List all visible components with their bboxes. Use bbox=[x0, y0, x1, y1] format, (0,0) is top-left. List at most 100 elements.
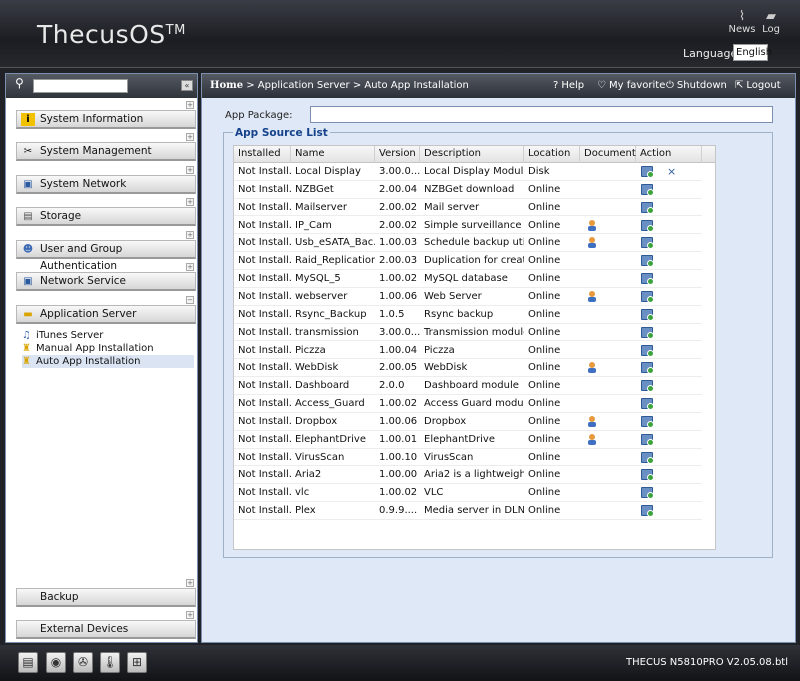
expand-toggle[interactable]: + bbox=[186, 231, 194, 239]
table-row[interactable]: Not Install... Local Display 3.00.0... Loca… bbox=[234, 163, 702, 181]
install-icon[interactable] bbox=[641, 201, 654, 214]
sidebar-item-network-service[interactable]: ▣ Network Service bbox=[16, 272, 196, 291]
column-header-location[interactable]: Location bbox=[524, 146, 580, 163]
my-favorite-button[interactable]: ♡ My favorite bbox=[597, 80, 665, 91]
lock-icon: ♜ bbox=[22, 343, 31, 354]
sidebar-item-system-management[interactable]: ✂ System Management bbox=[16, 142, 196, 161]
install-icon[interactable] bbox=[641, 308, 654, 321]
column-header-version[interactable]: Version bbox=[375, 146, 420, 163]
table-row[interactable]: Not Install... Piczza 1.00.04 Piczza Online bbox=[234, 342, 702, 360]
table-row[interactable]: Not Install... ElephantDrive 1.00.01 Elepha… bbox=[234, 431, 702, 449]
app-package-input[interactable] bbox=[310, 106, 773, 123]
table-row[interactable]: Not Install... Mailserver 2.00.02 Mail serv… bbox=[234, 199, 702, 217]
install-icon[interactable] bbox=[641, 380, 654, 393]
table-row[interactable]: Not Install... IP_Cam 2.00.02 Simple survei… bbox=[234, 217, 702, 235]
table-row[interactable]: Not Install... webserver 1.00.06 Web Server… bbox=[234, 288, 702, 306]
column-header-document[interactable]: Document bbox=[580, 146, 636, 163]
cell-installed: Not Install... bbox=[238, 201, 291, 213]
install-icon[interactable] bbox=[641, 415, 654, 428]
sidebar-item-storage[interactable]: ▤ Storage bbox=[16, 207, 196, 226]
install-icon[interactable] bbox=[641, 469, 654, 482]
heart-icon: ♡ bbox=[597, 80, 606, 91]
collapse-sidebar-button[interactable]: « bbox=[181, 80, 193, 91]
delete-icon[interactable]: × bbox=[667, 163, 676, 180]
cell-description: VirusScan bbox=[424, 451, 474, 463]
network-icon[interactable]: ⊞ bbox=[127, 652, 147, 673]
status-icon[interactable]: ◉ bbox=[46, 652, 66, 673]
document-user-icon[interactable] bbox=[586, 236, 598, 249]
search-input[interactable] bbox=[33, 79, 128, 93]
expand-toggle[interactable]: + bbox=[186, 198, 194, 206]
temperature-icon[interactable]: 🌡 bbox=[100, 652, 120, 673]
news-button[interactable]: ⌇ News bbox=[727, 10, 757, 36]
breadcrumb-home-link[interactable]: Home bbox=[210, 80, 243, 91]
sidebar-item-manual-app-installation[interactable]: ♜ Manual App Installation bbox=[22, 342, 194, 355]
install-icon[interactable] bbox=[641, 273, 654, 286]
help-button[interactable]: ? Help bbox=[553, 80, 584, 91]
shutdown-button[interactable]: ⏻ Shutdown bbox=[666, 80, 727, 91]
column-header-name[interactable]: Name bbox=[291, 146, 375, 163]
language-select[interactable]: English bbox=[733, 44, 772, 61]
install-icon[interactable] bbox=[641, 398, 654, 411]
table-row[interactable]: Not Install... Plex 0.9.9.... Media server … bbox=[234, 502, 702, 520]
document-user-icon[interactable] bbox=[586, 219, 598, 231]
expand-toggle[interactable]: + bbox=[186, 166, 194, 174]
log-button[interactable]: ▰ Log bbox=[756, 10, 786, 36]
cell-location: Online bbox=[528, 201, 561, 213]
table-row[interactable]: Not Install... WebDisk 2.00.05 WebDisk Onlin… bbox=[234, 359, 702, 378]
table-row[interactable]: Not Install... Raid_Replication 2.00.03 Dup… bbox=[234, 252, 702, 271]
sidebar-item-system-network[interactable]: ▣ System Network bbox=[16, 175, 196, 194]
collapse-toggle[interactable]: − bbox=[186, 296, 194, 304]
column-header-action[interactable]: Action bbox=[636, 146, 702, 163]
table-row[interactable]: Not Install... Aria2 1.00.00 Aria2 is a lig… bbox=[234, 466, 702, 485]
table-row[interactable]: Not Install... NZBGet 2.00.04 NZBGet downlo… bbox=[234, 181, 702, 199]
sidebar-item-application-server[interactable]: ▬ Application Server bbox=[16, 305, 196, 324]
table-row[interactable]: Not Install... Dashboard 2.0.0 Dashboard mo… bbox=[234, 377, 702, 395]
table-row[interactable]: Not Install... vlc 1.00.02 VLC Online bbox=[234, 484, 702, 503]
table-row[interactable]: Not Install... VirusScan 1.00.10 VirusScan O… bbox=[234, 449, 702, 467]
sidebar-item-auto-app-installation[interactable]: ♜ Auto App Installation bbox=[22, 355, 194, 368]
expand-toggle[interactable]: + bbox=[186, 263, 194, 271]
install-icon[interactable] bbox=[641, 290, 654, 303]
sidebar-item-backup[interactable]: Backup bbox=[16, 588, 196, 607]
install-icon[interactable] bbox=[641, 166, 654, 178]
install-icon[interactable] bbox=[641, 255, 654, 268]
table-row[interactable]: Not Install... Access_Guard 1.00.02 Access … bbox=[234, 395, 702, 413]
table-row[interactable]: Not Install... Usb_eSATA_Bac... 1.00.03 Sch… bbox=[234, 234, 702, 253]
install-icon[interactable] bbox=[641, 344, 654, 357]
table-row[interactable]: Not Install... Rsync_Backup 1.0.5 Rsync bac… bbox=[234, 306, 702, 324]
install-icon[interactable] bbox=[641, 219, 654, 232]
document-user-icon[interactable] bbox=[586, 290, 598, 302]
expand-toggle[interactable]: + bbox=[186, 611, 194, 619]
install-icon[interactable] bbox=[641, 451, 654, 464]
logout-button[interactable]: ⇱ Logout bbox=[735, 80, 781, 91]
sidebar-item-user-group-authentication[interactable]: ☻ User and Group Authentication bbox=[16, 240, 196, 272]
install-icon[interactable] bbox=[641, 183, 654, 196]
table-row[interactable]: Not Install... MySQL_5 1.00.02 MySQL databa… bbox=[234, 270, 702, 288]
cell-name: Aria2 bbox=[295, 469, 322, 481]
document-user-icon[interactable] bbox=[586, 433, 598, 445]
install-icon[interactable] bbox=[641, 326, 654, 339]
sidebar-item-system-information[interactable]: i System Information bbox=[16, 110, 196, 129]
install-icon[interactable] bbox=[641, 505, 654, 518]
table-row[interactable]: Not Install... Dropbox 1.00.06 Dropbox Onlin… bbox=[234, 413, 702, 431]
expand-toggle[interactable]: + bbox=[186, 101, 194, 109]
cell-installed: Not Install... bbox=[238, 183, 291, 195]
document-user-icon[interactable] bbox=[586, 361, 598, 374]
install-icon[interactable] bbox=[641, 433, 654, 446]
column-header-installed[interactable]: Installed bbox=[234, 146, 291, 163]
fan-icon[interactable]: ✇ bbox=[73, 652, 93, 673]
disk-icon[interactable]: ▤ bbox=[18, 652, 38, 673]
document-user-icon[interactable] bbox=[586, 415, 598, 427]
info-icon: i bbox=[21, 113, 35, 126]
table-row[interactable]: Not Install... transmission 3.00.0... Trans… bbox=[234, 324, 702, 342]
install-icon[interactable] bbox=[641, 237, 654, 250]
install-icon[interactable] bbox=[641, 487, 654, 500]
expand-toggle[interactable]: + bbox=[186, 133, 194, 141]
sidebar-item-itunes-server[interactable]: ♫ iTunes Server bbox=[22, 329, 194, 342]
expand-toggle[interactable]: + bbox=[186, 579, 194, 587]
column-header-description[interactable]: Description bbox=[420, 146, 524, 163]
cell-version: 1.00.06 bbox=[379, 290, 418, 302]
install-icon[interactable] bbox=[641, 362, 654, 375]
sidebar-item-external-devices[interactable]: External Devices bbox=[16, 620, 196, 639]
